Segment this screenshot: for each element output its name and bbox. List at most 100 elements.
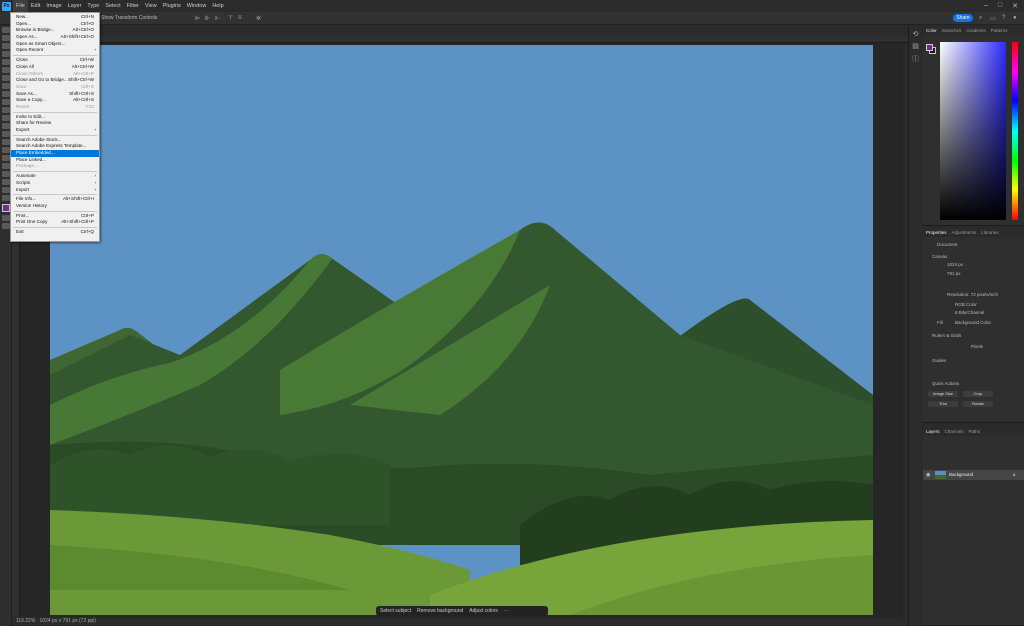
- settings-icon[interactable]: ✲: [256, 15, 261, 22]
- file-menu-item-save-as[interactable]: Save As... Shift+Ctrl+S: [11, 91, 99, 98]
- tab-gradients[interactable]: Gradients: [966, 28, 986, 33]
- blur-tool-icon[interactable]: [2, 131, 10, 137]
- file-menu-item-browse-in-bridge[interactable]: Browse in Bridge... Alt+Ctrl+O: [11, 27, 99, 34]
- depth-select[interactable]: 8 Bits/Channel: [955, 310, 984, 315]
- show-transform-controls[interactable]: Show Transform Controls: [101, 15, 157, 21]
- shape-tool-icon[interactable]: [2, 171, 10, 177]
- menu-view[interactable]: View: [142, 0, 160, 12]
- file-menu-item-automate[interactable]: Automate ›: [11, 173, 99, 180]
- tab-paths[interactable]: Paths: [969, 429, 981, 434]
- lasso-tool-icon[interactable]: [2, 43, 10, 49]
- trim-button[interactable]: Trim: [928, 401, 958, 407]
- close-icon[interactable]: ✕: [1012, 2, 1018, 10]
- align-top-icon[interactable]: ⊤: [228, 15, 233, 22]
- file-menu-item-open[interactable]: Open... Ctrl+O: [11, 21, 99, 28]
- more-options-icon[interactable]: ⋯: [504, 608, 509, 614]
- crop-button[interactable]: Crop: [963, 391, 993, 397]
- dodge-tool-icon[interactable]: [2, 139, 10, 145]
- fill-select[interactable]: Background Color: [955, 320, 991, 325]
- tab-libraries[interactable]: Libraries: [981, 230, 998, 235]
- mode-select[interactable]: RGB Color: [955, 302, 977, 307]
- file-menu-item-close-and-go-to-bridge[interactable]: Close and Go to Bridge... Shift+Ctrl+W: [11, 77, 99, 84]
- brush-tool-icon[interactable]: [2, 91, 10, 97]
- pen-tool-icon[interactable]: [2, 147, 10, 153]
- layer-row-background[interactable]: ◉ Background 🔒︎: [923, 470, 1024, 480]
- tab-layers[interactable]: Layers: [926, 429, 940, 434]
- align-center-icon[interactable]: ⊪: [205, 15, 210, 22]
- lock-icon[interactable]: 🔒︎: [1013, 472, 1015, 477]
- menu-help[interactable]: Help: [209, 0, 226, 12]
- menu-layer[interactable]: Layer: [65, 0, 85, 12]
- zoom-tool-icon[interactable]: [2, 187, 10, 193]
- marquee-tool-icon[interactable]: [2, 35, 10, 41]
- image-size-button[interactable]: Image Size: [928, 391, 958, 397]
- eyedropper-tool-icon[interactable]: [2, 75, 10, 81]
- share-button[interactable]: Share: [953, 14, 973, 22]
- file-menu-item-close-all[interactable]: Close All Alt+Ctrl+W: [11, 64, 99, 71]
- gradient-tool-icon[interactable]: [2, 123, 10, 129]
- comments-icon[interactable]: ▤: [909, 42, 922, 50]
- color-field[interactable]: [940, 42, 1006, 220]
- align-left-icon[interactable]: ⊫: [195, 15, 200, 22]
- history-brush-tool-icon[interactable]: [2, 107, 10, 113]
- menu-edit[interactable]: Edit: [28, 0, 43, 12]
- profile-icon[interactable]: ●: [1013, 15, 1017, 21]
- more-tools-icon[interactable]: [2, 195, 10, 201]
- frame-tool-icon[interactable]: [2, 67, 10, 73]
- file-menu-item-new[interactable]: New... Ctrl+N: [11, 14, 99, 21]
- file-menu-item-save-a-copy[interactable]: Save a Copy... Alt+Ctrl+S: [11, 97, 99, 104]
- healing-tool-icon[interactable]: [2, 83, 10, 89]
- menu-type[interactable]: Type: [84, 0, 102, 12]
- clone-stamp-tool-icon[interactable]: [2, 99, 10, 105]
- type-tool-icon[interactable]: [2, 155, 10, 161]
- file-menu-item-invite-to-edit[interactable]: Invite to Edit...: [11, 114, 99, 121]
- tab-channels[interactable]: Channels: [945, 429, 964, 434]
- menu-filter[interactable]: Filter: [124, 0, 142, 12]
- file-menu-item-print[interactable]: Print... Ctrl+P: [11, 213, 99, 220]
- menu-window[interactable]: Window: [184, 0, 210, 12]
- history-icon[interactable]: ⟲: [909, 30, 922, 38]
- file-menu-item-import[interactable]: Import ›: [11, 187, 99, 194]
- file-menu-item-export[interactable]: Export ›: [11, 127, 99, 134]
- file-menu-item-print-one-copy[interactable]: Print One Copy Alt+Shift+Ctrl+P: [11, 219, 99, 226]
- file-menu-item-open-recent[interactable]: Open Recent ›: [11, 47, 99, 54]
- file-menu-item-open-as-smart-object[interactable]: Open as Smart Object...: [11, 41, 99, 48]
- eraser-tool-icon[interactable]: [2, 115, 10, 121]
- tab-color[interactable]: Color: [926, 28, 937, 33]
- minimize-icon[interactable]: –: [984, 2, 988, 10]
- align-middle-icon[interactable]: ≡: [238, 15, 242, 21]
- menu-image[interactable]: Image: [43, 0, 64, 12]
- foreground-color-swatch[interactable]: [2, 204, 10, 212]
- file-menu-item-share-for-review[interactable]: Share for Review: [11, 120, 99, 127]
- file-menu-item-version-history[interactable]: Version History: [11, 203, 99, 210]
- remove-background-button[interactable]: Remove background: [417, 608, 463, 614]
- file-menu-item-place-linked[interactable]: Place Linked...: [11, 157, 99, 164]
- width-field[interactable]: 1024 px: [947, 262, 963, 267]
- path-select-tool-icon[interactable]: [2, 163, 10, 169]
- hue-slider[interactable]: [1012, 42, 1018, 220]
- tab-adjustments[interactable]: Adjustments: [952, 230, 977, 235]
- visibility-eye-icon[interactable]: ◉: [926, 472, 930, 478]
- file-menu-item-exit[interactable]: Exit Ctrl+Q: [11, 229, 99, 236]
- file-menu-item-open-as[interactable]: Open As... Alt+Shift+Ctrl+O: [11, 34, 99, 41]
- help-icon[interactable]: ?: [1002, 15, 1005, 21]
- file-menu-item-scripts[interactable]: Scripts ›: [11, 180, 99, 187]
- menu-plugins[interactable]: Plugins: [160, 0, 184, 12]
- align-right-icon[interactable]: ⊩: [215, 15, 220, 22]
- search-icon[interactable]: ⌕: [979, 15, 982, 22]
- menu-select[interactable]: Select: [102, 0, 123, 12]
- maximize-icon[interactable]: □: [998, 2, 1002, 10]
- screen-mode-icon[interactable]: [2, 223, 10, 229]
- menu-file[interactable]: File: [13, 0, 28, 12]
- workspace-icon[interactable]: ▭: [990, 15, 996, 22]
- file-menu-item-search-adobe-stock[interactable]: Search Adobe Stock...: [11, 137, 99, 144]
- zoom-level[interactable]: 116.22%: [16, 618, 35, 624]
- quick-select-tool-icon[interactable]: [2, 51, 10, 57]
- units-select[interactable]: Pixels: [971, 344, 983, 349]
- move-tool-icon[interactable]: [2, 27, 10, 33]
- info-icon[interactable]: ⓘ: [909, 54, 922, 64]
- hand-tool-icon[interactable]: [2, 179, 10, 185]
- height-field[interactable]: 791 px: [947, 271, 961, 276]
- tab-swatches[interactable]: Swatches: [942, 28, 962, 33]
- quick-mask-icon[interactable]: [2, 215, 10, 221]
